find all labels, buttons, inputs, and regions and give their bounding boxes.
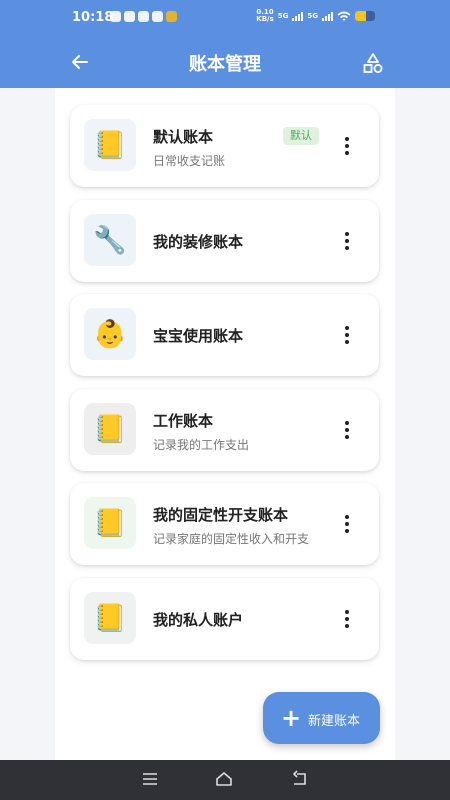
ledger-icon: 📒 bbox=[84, 403, 136, 455]
app-notification-icon bbox=[124, 11, 135, 22]
ledger-emoji: 📒 bbox=[93, 508, 127, 539]
ledger-emoji: 📒 bbox=[93, 603, 127, 634]
status-time: 10:18 bbox=[72, 10, 114, 25]
ledger-name: 我的固定性开支账本 bbox=[153, 506, 289, 524]
more-options-icon[interactable] bbox=[345, 232, 349, 250]
status-bar: 10:18 0.10 KB/s 5G 5G bbox=[0, 0, 450, 34]
ledger-card[interactable]: 🔧 我的装修账本 bbox=[70, 200, 379, 282]
ledger-card[interactable]: 📒 工作账本记录我的工作支出 bbox=[70, 389, 379, 471]
more-options-icon[interactable] bbox=[345, 137, 349, 155]
system-nav-bar bbox=[0, 760, 450, 800]
ledger-emoji: 📒 bbox=[93, 130, 127, 161]
more-options-icon[interactable] bbox=[345, 515, 349, 533]
ledger-description: 日常收支记账 bbox=[153, 154, 226, 168]
new-ledger-label: 新建账本 bbox=[308, 714, 361, 729]
shapes-icon[interactable] bbox=[362, 52, 384, 74]
ledger-icon: 🔧 bbox=[84, 214, 136, 266]
app-notification-icon bbox=[152, 11, 163, 22]
app-notification-icon bbox=[138, 11, 149, 22]
notification-icons bbox=[110, 11, 177, 22]
ledger-icon: 📒 bbox=[84, 497, 136, 549]
right-background bbox=[395, 88, 450, 760]
back-icon[interactable] bbox=[291, 770, 309, 788]
plus-icon: + bbox=[281, 704, 302, 732]
more-options-icon[interactable] bbox=[345, 326, 349, 344]
ledger-icon: 📒 bbox=[84, 119, 136, 171]
system-status-icons: 0.10 KB/s 5G 5G bbox=[256, 9, 375, 23]
signal-icon bbox=[292, 11, 304, 21]
more-options-icon[interactable] bbox=[345, 610, 349, 628]
app-notification-icon bbox=[166, 11, 177, 22]
signal-icon bbox=[322, 11, 333, 21]
ledger-icon: 👶 bbox=[84, 308, 136, 360]
more-options-icon[interactable] bbox=[345, 421, 349, 439]
signal-label-1: 5G bbox=[277, 12, 289, 20]
ledger-emoji: 🔧 bbox=[93, 225, 127, 256]
net-speed: 0.10 KB/s bbox=[256, 8, 274, 23]
app-notification-icon bbox=[110, 11, 121, 22]
ledger-icon: 📒 bbox=[84, 592, 136, 644]
ledger-emoji: 📒 bbox=[93, 414, 127, 445]
default-badge: 默认 bbox=[283, 127, 319, 145]
ledger-card[interactable]: 📒 我的私人账户 bbox=[70, 578, 379, 660]
ledger-card[interactable]: 📒 我的固定性开支账本记录家庭的固定性收入和开支 bbox=[70, 483, 379, 565]
ledger-emoji: 👶 bbox=[93, 319, 127, 350]
ledger-name: 我的装修账本 bbox=[153, 233, 244, 251]
ledger-name: 宝宝使用账本 bbox=[153, 327, 244, 345]
ledger-description: 记录家庭的固定性收入和开支 bbox=[153, 532, 310, 546]
battery-icon bbox=[355, 11, 375, 21]
left-background bbox=[0, 88, 55, 760]
home-icon[interactable] bbox=[215, 770, 233, 788]
ledger-description: 记录我的工作支出 bbox=[153, 438, 250, 452]
signal-label-2: 5G bbox=[307, 12, 318, 20]
ledger-card[interactable]: 👶 宝宝使用账本 bbox=[70, 294, 379, 376]
new-ledger-button[interactable]: + 新建账本 bbox=[263, 692, 380, 744]
ledger-name: 默认账本 bbox=[153, 128, 214, 146]
menu-icon[interactable] bbox=[141, 770, 159, 788]
wifi-icon bbox=[337, 11, 351, 21]
ledger-name: 工作账本 bbox=[153, 412, 214, 430]
ledger-name: 我的私人账户 bbox=[153, 611, 244, 629]
app-header: 10:18 0.10 KB/s 5G 5G 账本管理 bbox=[0, 0, 450, 88]
ledger-card[interactable]: 📒 默认账本日常收支记账 默认 bbox=[70, 105, 379, 187]
